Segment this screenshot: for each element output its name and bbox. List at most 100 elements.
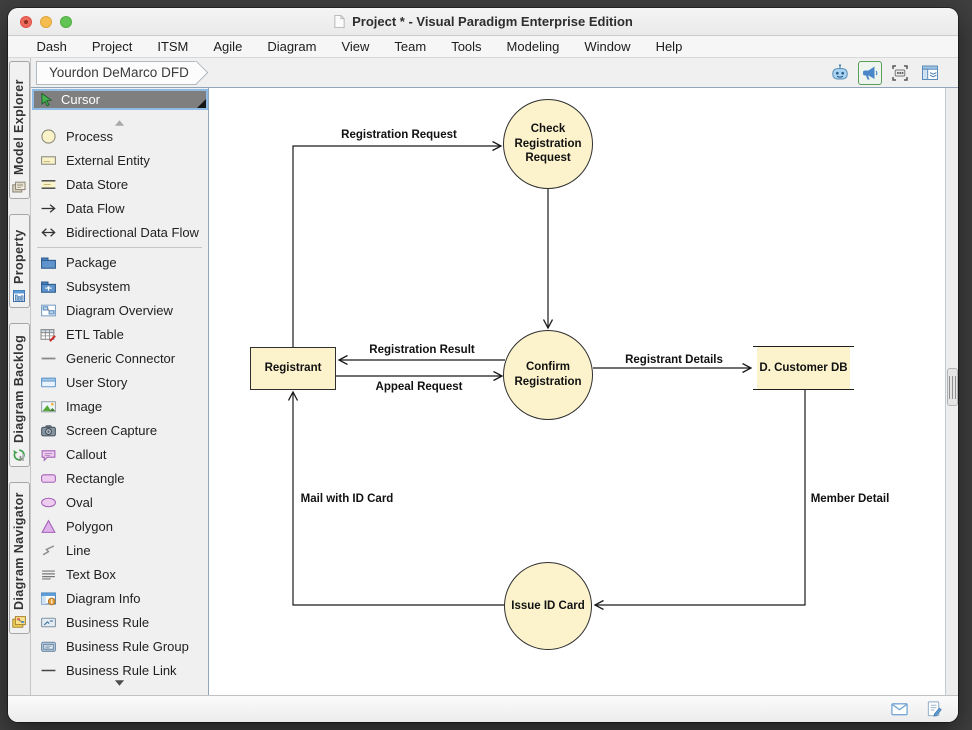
palette-item-business-rule[interactable]: Business Rule — [31, 610, 208, 634]
vp-assistant-button[interactable] — [828, 61, 852, 85]
palette-item-label: Cursor — [61, 92, 100, 107]
data-flow-icon — [40, 200, 57, 217]
flow-label-mail-with-id-card[interactable]: Mail with ID Card — [301, 493, 394, 505]
diagram-node-confirm-registration[interactable]: Confirm Registration — [503, 330, 593, 420]
polygon-icon — [40, 518, 57, 535]
palette-item-text-box[interactable]: Text Box — [31, 562, 208, 586]
diagram-node-issue-id-card[interactable]: Issue ID Card — [504, 562, 592, 650]
oval-icon — [40, 494, 57, 511]
flow-member-detail[interactable] — [595, 390, 805, 605]
tool-palette: Cursor ProcessExternal EntityData Store D… — [31, 88, 208, 695]
sidebar-tab-diagram-navigator[interactable]: Diagram Navigator — [9, 482, 30, 634]
sidebar-tab-diagram-backlog[interactable]: Diagram Backlog — [9, 323, 30, 467]
sidebar-tab-label: Diagram Backlog — [12, 328, 26, 443]
palette-item-label: Callout — [66, 447, 106, 462]
palette-item-user-story[interactable]: User Story — [31, 370, 208, 394]
model-explorer-icon — [11, 179, 27, 195]
diagram-node-registrant[interactable]: Registrant — [250, 347, 336, 390]
subsystem-icon — [40, 278, 57, 295]
palette-item-cursor[interactable]: Cursor — [32, 89, 208, 110]
palette-item-label: Subsystem — [66, 279, 130, 294]
menu-window[interactable]: Window — [572, 39, 643, 54]
breadcrumb[interactable]: Yourdon DeMarco DFD — [36, 61, 197, 85]
sidebar-tab-property[interactable]: Property — [9, 214, 30, 308]
menu-diagram[interactable]: Diagram — [255, 39, 329, 54]
menu-itsm[interactable]: ITSM — [145, 39, 201, 54]
scroll-down-icon — [114, 674, 125, 692]
palette-item-label: Diagram Info — [66, 591, 140, 606]
palette-item-label: Data Flow — [66, 201, 125, 216]
sidebar-tab-label: Diagram Navigator — [12, 487, 26, 610]
menu-dash[interactable]: Dash — [24, 39, 79, 54]
traffic-lights — [20, 16, 72, 28]
panel-resize-grip[interactable] — [947, 368, 958, 406]
log-document-icon — [924, 700, 945, 719]
palette-item-polygon[interactable]: Polygon — [31, 514, 208, 538]
data-store-icon — [40, 176, 57, 193]
minimize-button[interactable] — [40, 16, 52, 28]
rectangle-icon — [40, 470, 57, 487]
palette-item-bidirectional-data-flow[interactable]: Bidirectional Data Flow — [31, 220, 208, 244]
palette-item-callout[interactable]: Callout — [31, 442, 208, 466]
menu-view[interactable]: View — [329, 39, 382, 54]
palette-scroll-down[interactable] — [31, 674, 208, 692]
menu-modeling[interactable]: Modeling — [494, 39, 572, 54]
fit-to-window-icon — [890, 63, 910, 83]
panel-layout-icon — [920, 63, 940, 83]
sidebar-tab-label: Model Explorer — [12, 66, 26, 175]
palette-item-label: Oval — [66, 495, 93, 510]
diagram-node-customer-db[interactable]: D. Customer DB — [753, 346, 854, 390]
announcement-button[interactable] — [858, 61, 882, 85]
palette-item-label: Business Rule — [66, 615, 149, 630]
flow-label-registrant-details[interactable]: Registrant Details — [625, 354, 723, 366]
flow-registration-request[interactable] — [293, 146, 501, 347]
message-button[interactable] — [888, 699, 910, 719]
menu-tools[interactable]: Tools — [439, 39, 494, 54]
palette-item-diagram-info[interactable]: Diagram Info — [31, 586, 208, 610]
palette-item-diagram-overview[interactable]: Diagram Overview — [31, 298, 208, 322]
user-story-icon — [40, 374, 57, 391]
palette-item-process[interactable]: Process — [31, 124, 208, 148]
envelope-icon — [889, 700, 910, 719]
palette-item-oval[interactable]: Oval — [31, 490, 208, 514]
diagram-navigator-icon — [11, 614, 27, 630]
palette-item-screen-capture[interactable]: Screen Capture — [31, 418, 208, 442]
palette-item-data-store[interactable]: Data Store — [31, 172, 208, 196]
palette-item-label: Package — [66, 255, 117, 270]
palette-item-label: Rectangle — [66, 471, 125, 486]
app-window: Project * - Visual Paradigm Enterprise E… — [8, 8, 958, 722]
palette-item-rectangle[interactable]: Rectangle — [31, 466, 208, 490]
palette-item-data-flow[interactable]: Data Flow — [31, 196, 208, 220]
zoom-button[interactable] — [60, 16, 72, 28]
palette-item-subsystem[interactable]: Subsystem — [31, 274, 208, 298]
sidebar-tabs: Model Explorer Property Diagram Backlog Dia… — [8, 58, 30, 695]
palette-item-generic-connector[interactable]: Generic Connector — [31, 346, 208, 370]
palette-item-label: Diagram Overview — [66, 303, 173, 318]
panel-layout-button[interactable] — [918, 61, 942, 85]
palette-item-external-entity[interactable]: External Entity — [31, 148, 208, 172]
flow-label-registration-result[interactable]: Registration Result — [369, 344, 474, 356]
palette-item-package[interactable]: Package — [31, 250, 208, 274]
fit-to-window-button[interactable] — [888, 61, 912, 85]
menu-help[interactable]: Help — [643, 39, 695, 54]
menu-project[interactable]: Project — [79, 39, 144, 54]
palette-item-label: Generic Connector — [66, 351, 175, 366]
diagram-node-check-registration-request[interactable]: Check Registration Request — [503, 99, 593, 189]
log-document-button[interactable] — [923, 699, 945, 719]
close-button[interactable] — [20, 16, 32, 28]
breadcrumb-label: Yourdon DeMarco DFD — [49, 65, 189, 80]
diagram-canvas[interactable]: Check Registration Request Confirm Regist… — [208, 88, 945, 695]
palette-item-image[interactable]: Image — [31, 394, 208, 418]
process-icon — [40, 128, 57, 145]
menu-agile[interactable]: Agile — [201, 39, 255, 54]
flow-label-appeal-request[interactable]: Appeal Request — [376, 381, 463, 393]
palette-item-etl-table[interactable]: ETL Table — [31, 322, 208, 346]
palette-item-business-rule-group[interactable]: Business Rule Group — [31, 634, 208, 658]
flow-label-registration-request[interactable]: Registration Request — [341, 129, 457, 141]
palette-item-line[interactable]: Line — [31, 538, 208, 562]
menu-team[interactable]: Team — [382, 39, 439, 54]
diagram-overview-icon — [40, 302, 57, 319]
business-rule-group-icon — [40, 638, 57, 655]
flow-label-member-detail[interactable]: Member Detail — [811, 493, 890, 505]
sidebar-tab-model-explorer[interactable]: Model Explorer — [9, 61, 30, 199]
